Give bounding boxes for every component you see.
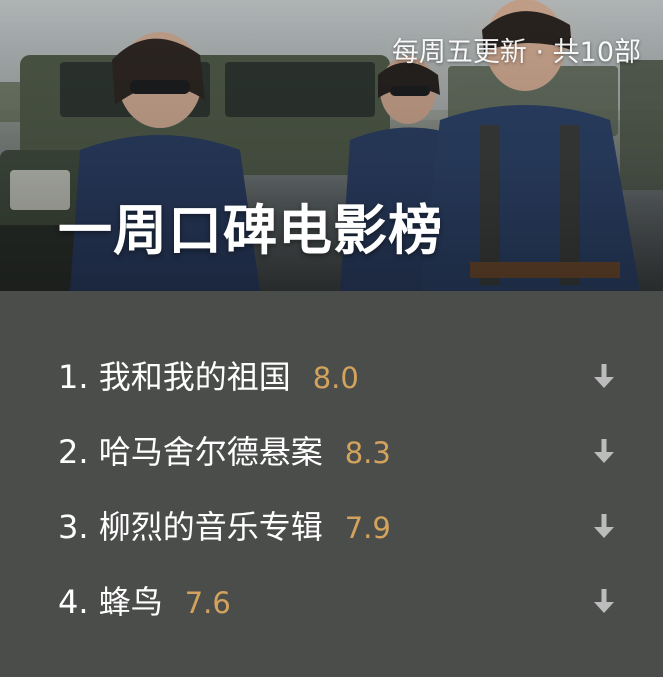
ranking-item-3[interactable]: 3. 柳烈的音乐专辑 7.9	[0, 488, 663, 563]
movie-title: 2. 哈马舍尔德悬案	[58, 433, 323, 471]
ranking-item-4[interactable]: 4. 蜂鸟 7.6	[0, 563, 663, 638]
hero-banner[interactable]: 每周五更新 · 共10部 一周口碑电影榜	[0, 0, 663, 291]
movie-title: 1. 我和我的祖国	[58, 358, 291, 396]
movie-score: 7.9	[344, 511, 391, 545]
ranking-item-text: 4. 蜂鸟 7.6	[58, 577, 231, 623]
ranking-item-2[interactable]: 2. 哈马舍尔德悬案 8.3	[0, 413, 663, 488]
update-schedule-label: 每周五更新 · 共10部	[391, 37, 641, 68]
ranking-item-text: 3. 柳烈的音乐专辑 7.9	[58, 502, 391, 548]
ranking-item-text: 1. 我和我的祖国 8.0	[58, 352, 359, 398]
movie-score: 8.0	[312, 361, 359, 395]
arrow-down-icon[interactable]	[591, 362, 617, 390]
ranking-item-text: 2. 哈马舍尔德悬案 8.3	[58, 427, 391, 473]
ranking-list: 1. 我和我的祖国 8.0 2. 哈马舍尔德悬案 8.3 3. 柳烈的音乐专辑 …	[0, 338, 663, 638]
ranking-item-1[interactable]: 1. 我和我的祖国 8.0	[0, 338, 663, 413]
movie-score: 7.6	[184, 586, 231, 620]
arrow-down-icon[interactable]	[591, 512, 617, 540]
movie-title: 3. 柳烈的音乐专辑	[58, 508, 323, 546]
ranking-title: 一周口碑电影榜	[58, 199, 443, 262]
movie-ranking-card[interactable]: 每周五更新 · 共10部 一周口碑电影榜 1. 我和我的祖国 8.0 2. 哈马…	[0, 0, 663, 677]
arrow-down-icon[interactable]	[591, 587, 617, 615]
movie-title: 4. 蜂鸟	[58, 583, 163, 621]
movie-score: 8.3	[344, 436, 391, 470]
arrow-down-icon[interactable]	[591, 437, 617, 465]
